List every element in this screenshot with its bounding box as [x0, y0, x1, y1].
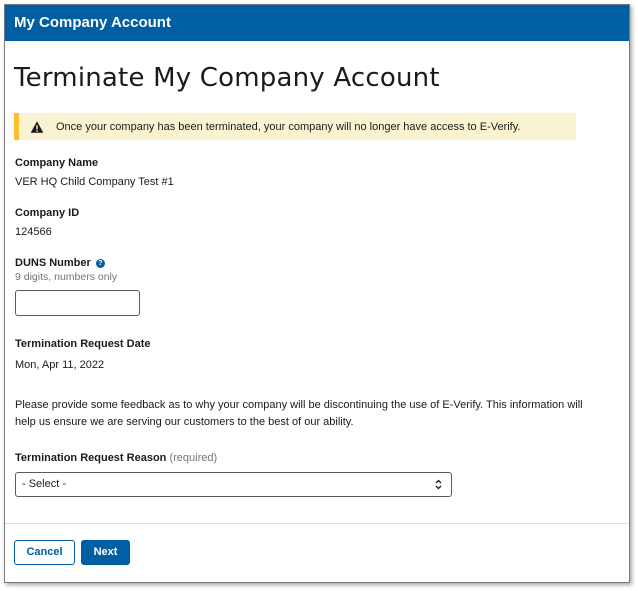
- reason-label-row: Termination Request Reason (required): [15, 452, 452, 464]
- duns-hint: 9 digits, numbers only: [15, 271, 118, 283]
- company-id-value: 124566: [15, 226, 52, 238]
- cancel-button[interactable]: Cancel: [14, 540, 75, 565]
- duns-field: DUNS Number ? 9 digits, numbers only: [15, 257, 140, 316]
- warning-icon: [30, 120, 44, 133]
- reason-label: Termination Request Reason: [15, 452, 167, 464]
- company-name-label: Company Name: [15, 157, 99, 169]
- header-title: My Company Account: [14, 14, 171, 31]
- alert-text: Once your company has been terminated, y…: [56, 120, 521, 133]
- duns-label-row: DUNS Number ?: [15, 257, 140, 269]
- app-window: My Company Account Terminate My Company …: [4, 4, 630, 583]
- main-content: Terminate My Company Account Once your c…: [5, 63, 629, 140]
- select-chevron-icon: [435, 479, 442, 490]
- termination-date-label: Termination Request Date: [15, 338, 151, 350]
- duns-input[interactable]: [15, 290, 140, 316]
- company-name-field: Company Name VER HQ Child Company Test #…: [15, 157, 174, 188]
- company-id-label: Company ID: [15, 207, 80, 219]
- duns-label: DUNS Number: [15, 257, 91, 269]
- next-button[interactable]: Next: [81, 540, 130, 565]
- reason-field: Termination Request Reason (required) - …: [15, 452, 452, 497]
- company-name-value: VER HQ Child Company Test #1: [15, 176, 174, 188]
- divider: [5, 523, 629, 524]
- warning-alert: Once your company has been terminated, y…: [14, 113, 576, 140]
- termination-date-value: Mon, Apr 11, 2022: [15, 359, 105, 371]
- reason-select[interactable]: - Select -: [15, 472, 452, 497]
- feedback-text: Please provide some feedback as to why y…: [15, 399, 583, 428]
- company-id-field: Company ID 124566: [15, 207, 79, 238]
- app-header: My Company Account: [5, 5, 629, 41]
- reason-select-value: - Select -: [22, 478, 67, 490]
- help-icon[interactable]: ?: [95, 259, 105, 268]
- required-marker: (required): [169, 452, 218, 464]
- feedback-section: Please provide some feedback as to why y…: [15, 397, 585, 431]
- page-title: Terminate My Company Account: [14, 63, 440, 93]
- termination-date-field: Termination Request Date Mon, Apr 11, 20…: [15, 338, 151, 371]
